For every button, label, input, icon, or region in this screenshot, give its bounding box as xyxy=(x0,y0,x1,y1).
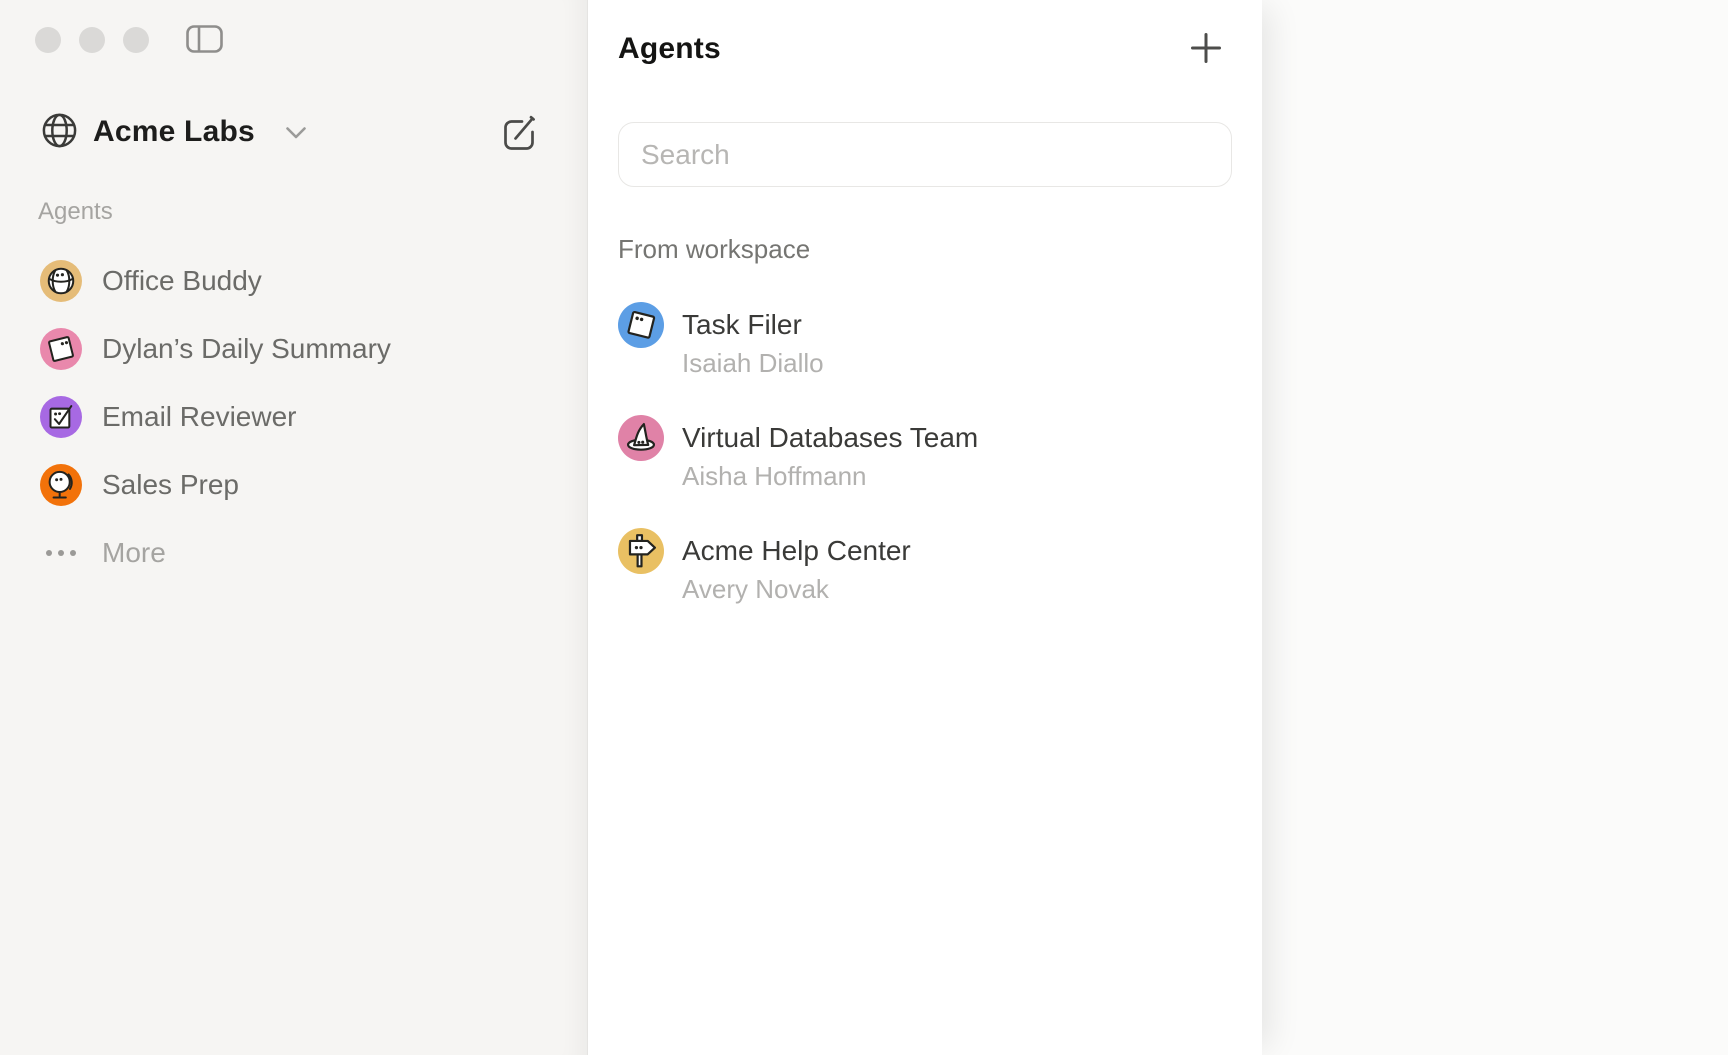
window-button-minimize[interactable] xyxy=(79,27,105,53)
agents-panel-header: Agents xyxy=(618,30,1232,68)
agent-owner: Avery Novak xyxy=(682,574,911,604)
sidebar-section-label: Agents xyxy=(38,198,587,226)
note-doodle-icon xyxy=(618,302,664,348)
sidebar-agents-section: Agents Office Buddy xyxy=(0,198,587,587)
sidebar-item-label: Sales Prep xyxy=(102,468,239,502)
agent-owner: Isaiah Diallo xyxy=(682,348,824,378)
sidebar-item-office-buddy[interactable]: Office Buddy xyxy=(0,247,587,315)
sidebar-item-email-reviewer[interactable]: Email Reviewer xyxy=(0,383,587,451)
agent-row-acme-help-center[interactable]: Acme Help Center Avery Novak xyxy=(618,534,1232,604)
agent-name: Acme Help Center xyxy=(682,534,911,568)
group-label: From workspace xyxy=(618,234,1232,264)
signpost-doodle-icon xyxy=(618,528,664,574)
sidebar-more-label: More xyxy=(102,537,166,569)
window-controls xyxy=(35,26,223,54)
new-chat-button[interactable] xyxy=(502,112,536,152)
agent-name: Task Filer xyxy=(682,308,824,342)
globe-icon xyxy=(41,112,78,152)
panel-title: Agents xyxy=(618,32,721,66)
agent-row-virtual-databases-team[interactable]: Virtual Databases Team Aisha Hoffmann xyxy=(618,421,1232,491)
agent-name: Virtual Databases Team xyxy=(682,421,978,455)
agent-row-task-filer[interactable]: Task Filer Isaiah Diallo xyxy=(618,308,1232,378)
sidebar-item-dylans-daily-summary[interactable]: Dylan’s Daily Summary xyxy=(0,315,587,383)
chevron-down-icon xyxy=(285,126,307,143)
sidebar-item-sales-prep[interactable]: Sales Prep xyxy=(0,451,587,519)
add-agent-button[interactable] xyxy=(1186,29,1226,69)
workspace-row: Acme Labs xyxy=(41,112,587,152)
sidebar: Acme Labs Agents xyxy=(0,0,588,1055)
witch-hat-doodle-icon xyxy=(618,415,664,461)
sidebar-toggle-icon xyxy=(186,25,223,56)
window-button-close[interactable] xyxy=(35,27,61,53)
sidebar-item-label: Dylan’s Daily Summary xyxy=(102,332,391,366)
agents-panel: Agents From workspace xyxy=(588,0,1262,1055)
sidebar-item-label: Office Buddy xyxy=(102,264,262,298)
plus-icon xyxy=(1188,30,1224,69)
sidebar-item-more[interactable]: More xyxy=(0,519,587,587)
app-window: { "sidebar": { "workspace_name": "Acme L… xyxy=(0,0,1728,1055)
agent-owner: Aisha Hoffmann xyxy=(682,461,978,491)
sidebar-toggle-button[interactable] xyxy=(186,26,223,54)
sidebar-item-label: Email Reviewer xyxy=(102,400,297,434)
checkbox-doodle-icon xyxy=(40,396,82,438)
basketball-doodle-icon xyxy=(40,260,82,302)
workspace-agent-list: Task Filer Isaiah Diallo Virtual Databas… xyxy=(618,308,1232,604)
content-backdrop xyxy=(1262,0,1728,1055)
compose-icon xyxy=(502,140,536,155)
search-input[interactable] xyxy=(618,122,1232,187)
sidebar-agent-list: Office Buddy Dylan’s Daily Summary xyxy=(0,247,587,587)
workspace-switcher[interactable]: Acme Labs xyxy=(41,112,307,152)
workspace-name: Acme Labs xyxy=(93,113,255,151)
window-button-zoom[interactable] xyxy=(123,27,149,53)
note-doodle-icon xyxy=(40,328,82,370)
globe-stand-doodle-icon xyxy=(40,464,82,506)
ellipsis-icon xyxy=(40,550,82,556)
